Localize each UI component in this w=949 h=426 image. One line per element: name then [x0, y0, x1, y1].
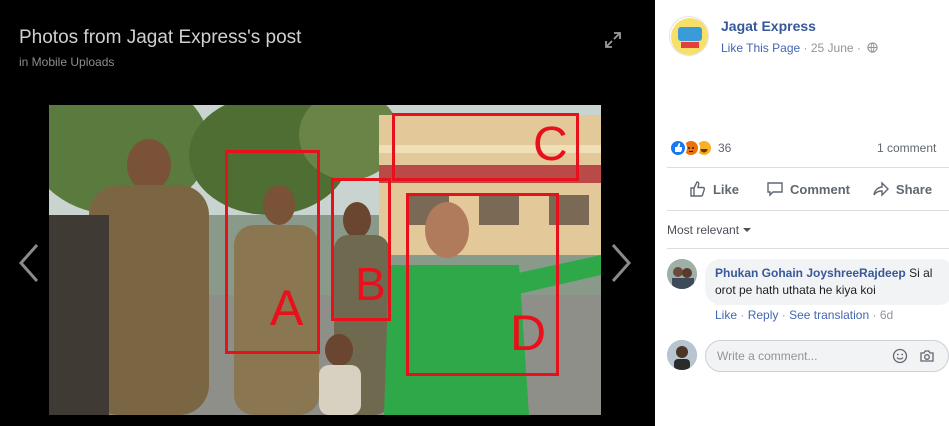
annotation-box-d: D [406, 193, 559, 376]
camera-icon[interactable] [919, 348, 935, 364]
viewer-photo [667, 340, 697, 370]
viewer-avatar[interactable] [667, 340, 697, 370]
write-comment-placeholder: Write a comment... [717, 349, 818, 363]
photo-viewer: Photos from Jagat Express's post in Mobi… [0, 0, 655, 426]
annotation-label-b: B [355, 258, 386, 310]
post-sidebar: Jagat Express Like This Page · 25 June · [655, 0, 949, 426]
thumbs-up-icon [690, 181, 706, 197]
share-button[interactable]: Share [855, 172, 949, 206]
comment-actions: Like · Reply · See translation · 6d [715, 308, 893, 322]
annotation-label-c: C [533, 118, 568, 171]
share-button-label: Share [895, 181, 933, 197]
like-button[interactable]: Like [667, 172, 761, 206]
post-actions: Like Comment Share [667, 172, 949, 206]
comment-button[interactable]: Comment [761, 172, 855, 206]
annotation-box-c: C [392, 113, 579, 181]
like-page-link[interactable]: Like This Page [721, 41, 800, 55]
chevron-right-icon[interactable] [609, 243, 633, 283]
meta-separator: · [740, 308, 745, 322]
like-icon [669, 139, 687, 157]
write-comment-input[interactable]: Write a comment... [705, 340, 949, 372]
annotation-label-a: A [270, 280, 304, 336]
page-logo-image [671, 18, 708, 55]
meta-separator: · [872, 308, 877, 322]
comment-filter-label: Most relevant [667, 223, 740, 237]
annotation-box-a: A [225, 150, 320, 354]
like-button-label: Like [712, 181, 739, 197]
post-photo: A B C D [49, 105, 601, 415]
annotation-box-b: B [331, 178, 391, 321]
reaction-count: 36 [718, 141, 732, 155]
comment-count-link[interactable]: 1 comment [877, 141, 936, 155]
comment-reply-link[interactable]: Reply [748, 308, 779, 322]
comment-author-link[interactable]: Phukan Gohain JoyshreeRajdeep [715, 266, 906, 280]
divider [667, 248, 949, 249]
commenter-avatar[interactable] [667, 259, 697, 289]
globe-icon [867, 42, 878, 53]
comment-bubble: Phukan Gohain JoyshreeRajdeep Si al orot… [705, 259, 949, 305]
viewer-title: Photos from Jagat Express's post [19, 27, 302, 48]
expand-icon[interactable] [603, 30, 623, 50]
meta-separator: · [781, 308, 786, 322]
emoji-icon[interactable] [892, 348, 908, 364]
meta-separator: · [856, 41, 861, 55]
comment-icon [767, 182, 783, 197]
page-avatar[interactable] [669, 16, 709, 56]
page-name-link[interactable]: Jagat Express [721, 18, 816, 34]
chevron-left-icon[interactable] [17, 243, 41, 283]
commenter-photo [667, 259, 697, 289]
annotation-label-d: D [510, 305, 547, 361]
post-meta: Like This Page · 25 June · [721, 41, 878, 55]
comment-like-link[interactable]: Like [715, 308, 737, 322]
comment-age[interactable]: 6d [880, 308, 893, 322]
divider [667, 167, 949, 168]
divider [667, 210, 949, 211]
share-icon [873, 181, 889, 197]
post-date[interactable]: 25 June [811, 41, 854, 55]
caret-down-icon [743, 228, 752, 232]
comment-button-label: Comment [790, 181, 850, 197]
comment-filter-dropdown[interactable]: Most relevant [667, 223, 752, 237]
meta-separator: · [803, 41, 808, 55]
see-translation-link[interactable]: See translation [789, 308, 869, 322]
reaction-summary[interactable]: 36 [669, 138, 731, 158]
viewer-subtitle[interactable]: in Mobile Uploads [19, 55, 114, 69]
